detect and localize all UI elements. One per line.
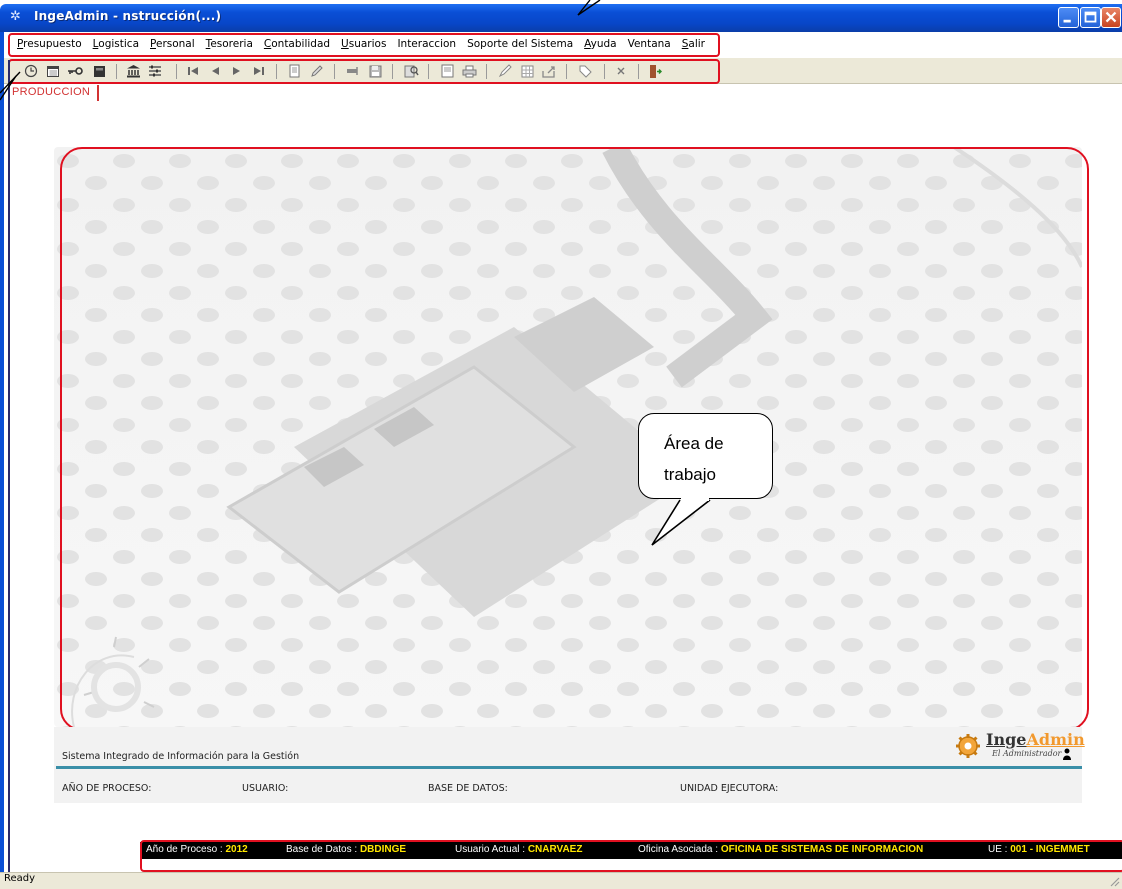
user-icon [1063,748,1071,760]
system-name: Sistema Integrado de Información para la… [62,751,300,762]
info-office: Oficina Asociada : OFICINA DE SISTEMAS D… [638,844,924,855]
label-year: AÑO DE PROCESO: [62,783,152,794]
app-window: ✲ IngeAdmin - nstrucción(...) Presupuest… [0,0,1122,889]
annotation-pointers [0,0,601,101]
speech-bubble-text: Área de trabajo [664,428,724,490]
info-ue: UE : 001 - INGEMMET [988,844,1090,855]
ingeadmin-logo: IngeAdmin [986,730,1085,749]
bubble-line-2: trabajo [664,465,716,484]
label-user: USUARIO: [242,783,289,794]
work-area [54,147,1082,727]
ingeadmin-logo-tagline: El Administrador [992,749,1062,758]
info-database: Base de Datos : DBDINGE [286,844,407,855]
client-frame-left [8,60,10,872]
system-divider [56,766,1082,769]
label-unit: UNIDAD EJECUTORA: [680,783,779,794]
status-text: Ready [4,873,36,884]
gear-logo-icon [956,734,980,758]
resize-grip-icon[interactable] [1108,875,1120,887]
usb-background-image [54,147,1082,727]
system-info-panel [54,727,1082,803]
status-bar [0,872,1122,889]
label-database: BASE DE DATOS: [428,783,508,794]
bubble-line-1: Área de [664,434,724,453]
info-user: Usuario Actual : CNARVAEZ [455,844,583,855]
window-frame-left [0,32,4,872]
info-year: Año de Proceso : 2012 [146,844,248,855]
